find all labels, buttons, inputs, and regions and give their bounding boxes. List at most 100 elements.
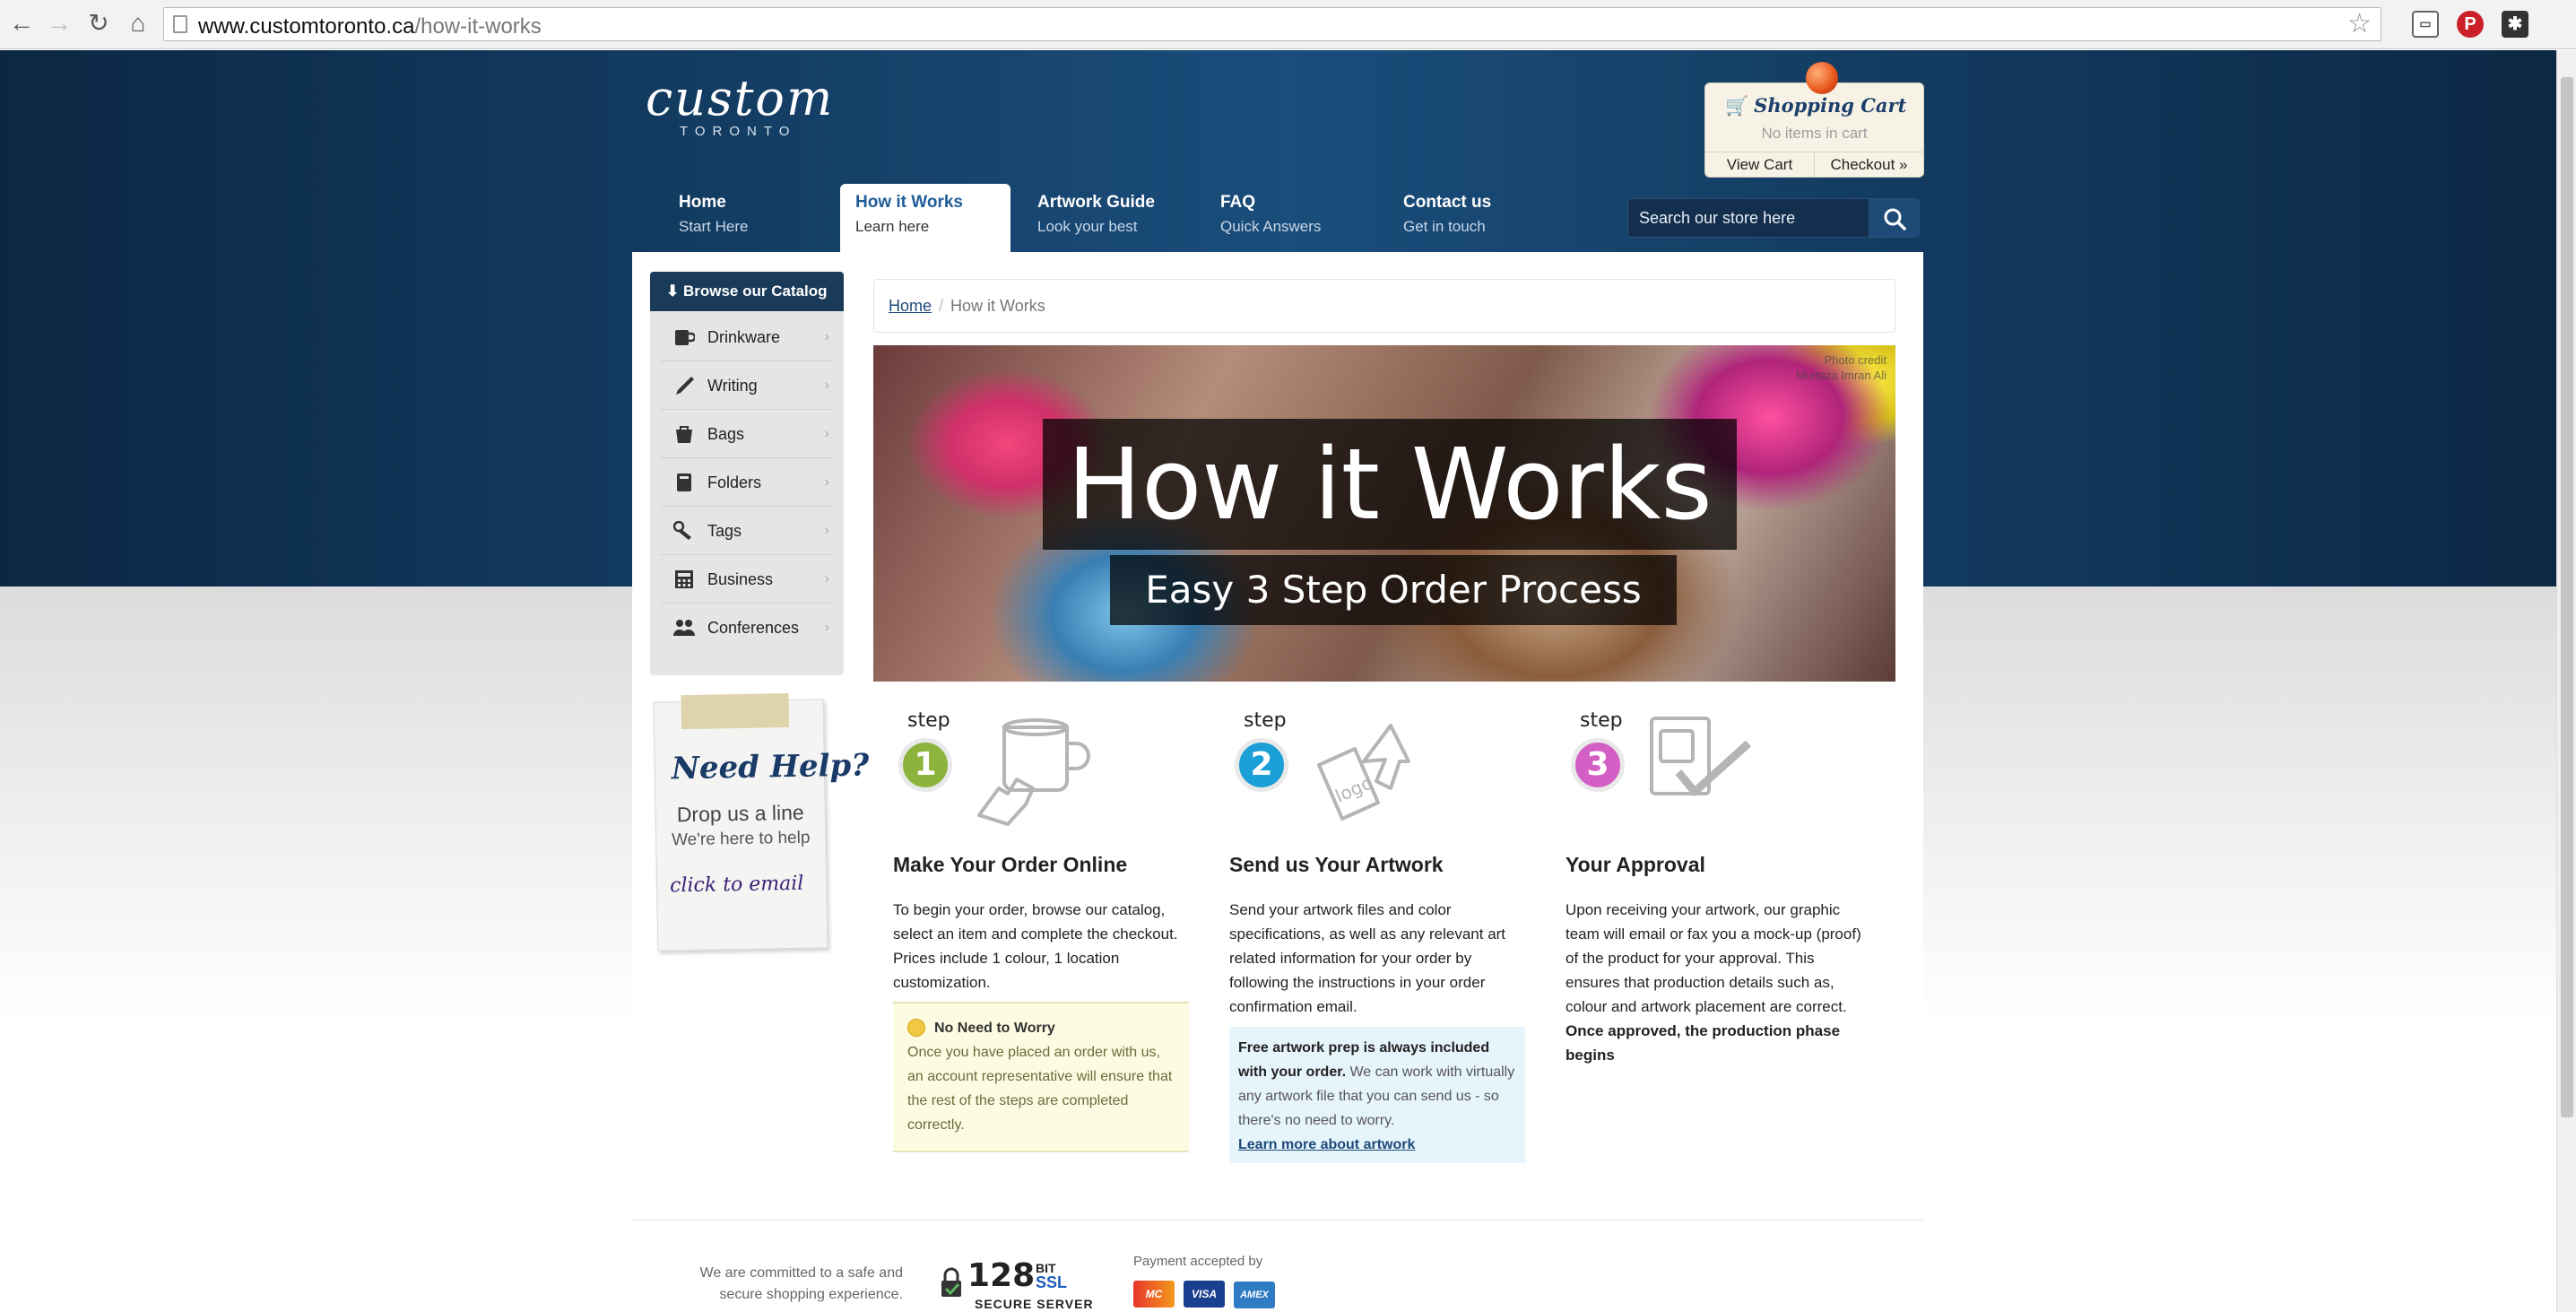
checkout-button[interactable]: Checkout » bbox=[1815, 152, 1923, 177]
nav-artwork-guide[interactable]: Artwork Guide Look your best bbox=[1022, 184, 1193, 252]
nav-contact[interactable]: Contact us Get in touch bbox=[1388, 184, 1558, 252]
tag-icon bbox=[673, 521, 691, 540]
cart-empty-text: No items in cart bbox=[1761, 125, 1868, 142]
step-title: Your Approval bbox=[1566, 853, 1705, 876]
breadcrumb-home-link[interactable]: Home bbox=[889, 297, 932, 315]
chevron-right-icon: › bbox=[824, 426, 829, 441]
learn-artwork-link[interactable]: Learn more about artwork bbox=[1238, 1137, 1415, 1152]
search-input[interactable] bbox=[1639, 206, 1863, 230]
home-icon[interactable]: ⌂ bbox=[124, 9, 152, 38]
catalog-item-label: Folders bbox=[707, 474, 762, 491]
breadcrumb-current: How it Works bbox=[950, 297, 1045, 315]
payment-methods: Payment accepted by MC VISA AMEX bbox=[1133, 1254, 1275, 1308]
nav-title: How it Works bbox=[855, 193, 963, 212]
upload-logo-icon: logo bbox=[1317, 724, 1410, 821]
chevron-right-icon: › bbox=[824, 523, 829, 538]
help-line1: Drop us a line bbox=[676, 800, 804, 827]
people-icon bbox=[673, 620, 695, 636]
smiley-icon bbox=[907, 1019, 925, 1037]
back-icon[interactable]: ← bbox=[7, 9, 36, 38]
scrollbar-thumb[interactable] bbox=[2561, 77, 2573, 1117]
catalog-item-conferences[interactable]: Conferences › bbox=[661, 604, 833, 652]
chevron-right-icon: › bbox=[824, 378, 829, 393]
nav-title: Artwork Guide bbox=[1037, 193, 1155, 212]
svg-text:logo: logo bbox=[1332, 771, 1376, 806]
no-worry-note: No Need to Worry Once you have placed an… bbox=[893, 1002, 1189, 1152]
nav-title: FAQ bbox=[1220, 193, 1256, 212]
note-text: Once you have placed an order with us, a… bbox=[907, 1045, 1173, 1133]
folder-icon bbox=[677, 474, 691, 491]
forward-icon[interactable]: → bbox=[45, 9, 74, 38]
step-label: step bbox=[1244, 709, 1287, 732]
step-text: Upon receiving your artwork, our graphic… bbox=[1566, 901, 1861, 1064]
nav-subtitle: Get in touch bbox=[1403, 218, 1486, 235]
nav-faq[interactable]: FAQ Quick Answers bbox=[1205, 184, 1375, 252]
mug-icon bbox=[675, 330, 695, 345]
catalog-header[interactable]: ⬇ Browse our Catalog bbox=[650, 272, 844, 311]
catalog-item-folders[interactable]: Folders › bbox=[661, 458, 833, 507]
url-text: www.customtoronto.ca/how-it-works bbox=[198, 14, 542, 39]
hero-banner: Photo credit Murtaza Imran Ali How it Wor… bbox=[873, 345, 1895, 682]
amex-icon: AMEX bbox=[1234, 1282, 1275, 1308]
search-box bbox=[1627, 198, 1920, 238]
bookmark-star-icon[interactable]: ☆ bbox=[2347, 10, 2372, 39]
chevron-right-icon: › bbox=[824, 571, 829, 586]
nav-subtitle: Learn here bbox=[855, 218, 930, 235]
nav-home[interactable]: Home Start Here bbox=[664, 184, 834, 252]
nav-subtitle: Start Here bbox=[679, 218, 749, 235]
breadcrumb: Home / How it Works bbox=[873, 279, 1895, 333]
catalog-item-label: Writing bbox=[707, 377, 758, 395]
cast-icon[interactable]: ▭ bbox=[2412, 11, 2439, 38]
mug-hand-icon bbox=[977, 718, 1090, 826]
extension-icon[interactable]: ✱ bbox=[2502, 11, 2528, 38]
need-help-note[interactable]: Need Help? Drop us a line We're here to … bbox=[653, 693, 870, 951]
search-icon bbox=[1884, 208, 1906, 230]
pinterest-icon[interactable]: P bbox=[2457, 11, 2484, 38]
catalog-item-label: Drinkware bbox=[707, 328, 781, 346]
nav-how-it-works[interactable]: How it Works Learn here bbox=[840, 184, 1010, 252]
search-button[interactable] bbox=[1869, 199, 1919, 237]
scrollbar[interactable] bbox=[2556, 50, 2576, 1312]
step-number-badge: 1 bbox=[898, 738, 952, 792]
cart-title: 🛒 Shopping Cart bbox=[1725, 94, 1907, 117]
catalog-item-tags[interactable]: Tags › bbox=[661, 507, 833, 555]
site-logo[interactable]: custom TORONTO bbox=[646, 70, 835, 140]
tape-decoration bbox=[681, 693, 790, 730]
catalog-item-label: Tags bbox=[707, 522, 742, 540]
view-cart-button[interactable]: View Cart bbox=[1705, 152, 1815, 177]
catalog-item-business[interactable]: Business › bbox=[661, 555, 833, 604]
calculator-icon bbox=[675, 570, 693, 588]
approval-check-icon bbox=[1650, 717, 1752, 796]
step-title: Send us Your Artwork bbox=[1229, 853, 1444, 876]
catalog-item-label: Conferences bbox=[707, 619, 800, 637]
step-text: Send your artwork files and color specif… bbox=[1229, 901, 1506, 1015]
catalog-item-writing[interactable]: Writing › bbox=[661, 361, 833, 410]
payment-text: Payment accepted by bbox=[1133, 1254, 1263, 1269]
logo-word: custom bbox=[646, 70, 835, 126]
catalog-item-drinkware[interactable]: Drinkware › bbox=[661, 313, 833, 361]
mastercard-icon: MC bbox=[1133, 1281, 1175, 1308]
reload-icon[interactable]: ↻ bbox=[84, 9, 113, 38]
main-container: ⬇ Browse our Catalog Drinkware › Writing ›… bbox=[632, 252, 1923, 1221]
breadcrumb-separator: / bbox=[939, 297, 944, 315]
page-icon bbox=[173, 15, 187, 33]
catalog-sidebar: ⬇ Browse our Catalog Drinkware › Writing ›… bbox=[650, 272, 844, 675]
catalog-item-bags[interactable]: Bags › bbox=[661, 410, 833, 458]
step-label: step bbox=[907, 709, 950, 732]
pen-icon bbox=[676, 377, 694, 395]
cart-icon: 🛒 bbox=[1725, 94, 1749, 117]
artwork-prep-note: Free artwork prep is always included wit… bbox=[1229, 1027, 1525, 1163]
email-link[interactable]: click to email bbox=[670, 873, 804, 898]
photo-credit: Photo credit Murtaza Imran Ali bbox=[1795, 353, 1886, 382]
footer-divider bbox=[632, 1220, 1923, 1221]
shopping-cart-widget: 🛒 Shopping Cart No items in cart View Car… bbox=[1704, 62, 1924, 178]
chevron-right-icon: › bbox=[824, 474, 829, 490]
address-bar[interactable]: www.customtoronto.ca/how-it-works ☆ bbox=[163, 7, 2381, 41]
browser-toolbar: ← → ↻ ⌂ www.customtoronto.ca/how-it-work… bbox=[0, 0, 2576, 49]
step-number-badge: 3 bbox=[1571, 738, 1625, 792]
nav-title: Contact us bbox=[1403, 193, 1492, 212]
ssl-ssl: SSL bbox=[1036, 1273, 1068, 1291]
lock-icon bbox=[941, 1267, 961, 1297]
catalog-item-label: Bags bbox=[707, 425, 745, 443]
visa-icon: VISA bbox=[1184, 1281, 1225, 1308]
